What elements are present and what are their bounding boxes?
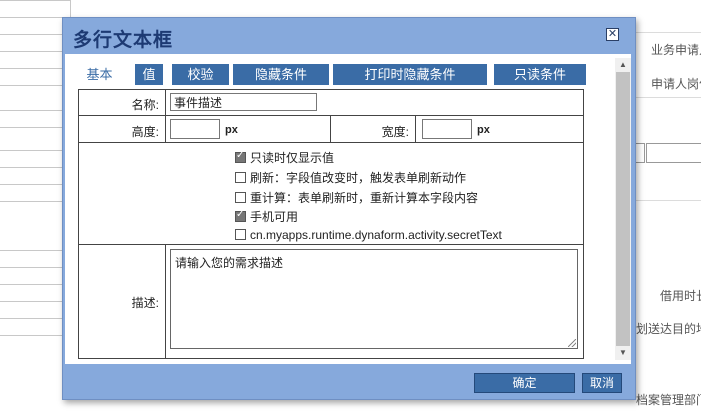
tab-validation[interactable]: 校验 — [172, 64, 229, 85]
option-label: cn.myapps.runtime.dynaform.activity.secr… — [250, 228, 502, 242]
option-refresh[interactable]: 刷新：字段值改变时，触发表单刷新动作 — [235, 169, 466, 185]
checkbox-unchecked[interactable] — [235, 172, 246, 183]
dialog-footer: 确定 取消 — [63, 364, 635, 399]
background-row — [0, 184, 71, 202]
background-row — [0, 250, 71, 268]
basic-settings-panel: 名称: 事件描述 高度: px 宽度: px 只读时仅显示值 刷新：字段值改变时… — [78, 89, 584, 359]
description-cell: 请输入您的需求描述 — [79, 245, 583, 358]
option-secret-text[interactable]: cn.myapps.runtime.dynaform.activity.secr… — [235, 228, 502, 244]
description-textarea[interactable]: 请输入您的需求描述 — [170, 249, 578, 349]
option-recalculate[interactable]: 重计算：表单刷新时，重新计算本字段内容 — [235, 189, 478, 205]
background-label: 申请人岗位 — [651, 77, 701, 91]
dialog-titlebar[interactable]: 多行文本框 ✕ — [63, 18, 635, 54]
background-label: 档案管理部门 — [636, 393, 701, 407]
vertical-scrollbar[interactable]: ▲ ▼ — [615, 58, 631, 360]
background-input — [646, 143, 701, 163]
multiline-textbox-dialog: 多行文本框 ✕ 基本 值 校验 隐藏条件 打印时隐藏条件 只读条件 名称: 事件… — [62, 17, 636, 400]
checkbox-unchecked[interactable] — [235, 229, 246, 240]
scroll-up-icon[interactable]: ▲ — [615, 58, 631, 72]
background-row — [0, 301, 71, 319]
height-unit: px — [225, 124, 238, 136]
grid-line — [415, 115, 416, 142]
background-row — [0, 267, 71, 285]
background-divider — [636, 32, 701, 33]
background-label: 业务申请人 — [651, 43, 701, 57]
width-unit: px — [477, 124, 490, 136]
width-label: 宽度: — [381, 125, 409, 139]
tab-value[interactable]: 值 — [135, 64, 163, 85]
tab-readonly-condition[interactable]: 只读条件 — [494, 64, 586, 85]
background-label: 划送达目的地 — [636, 322, 701, 336]
checkbox-checked[interactable] — [235, 209, 246, 222]
background-row — [0, 167, 71, 185]
name-input[interactable]: 事件描述 — [170, 93, 317, 111]
resize-handle-icon[interactable] — [568, 339, 576, 347]
background-row — [0, 0, 71, 18]
option-label: 手机可用 — [250, 210, 299, 224]
background-row — [0, 51, 71, 69]
background-row — [0, 318, 71, 336]
background-form-left — [0, 0, 71, 413]
close-icon[interactable]: ✕ — [606, 28, 619, 41]
background-label: 借用时长 — [660, 289, 701, 303]
checkbox-checked[interactable] — [235, 150, 246, 163]
height-input[interactable] — [170, 119, 220, 139]
option-label: 只读时仅显示值 — [250, 151, 335, 165]
background-row — [0, 68, 71, 86]
name-label: 名称: — [131, 98, 159, 112]
option-label: 重计算：表单刷新时，重新计算本字段内容 — [250, 191, 479, 205]
background-divider — [636, 200, 701, 201]
height-label: 高度: — [131, 125, 159, 139]
tab-hide-condition[interactable]: 隐藏条件 — [233, 64, 329, 85]
checkbox-unchecked[interactable] — [235, 192, 246, 203]
tab-print-hide-condition[interactable]: 打印时隐藏条件 — [333, 64, 487, 85]
background-row — [0, 150, 71, 168]
tab-basic[interactable]: 基本 — [74, 64, 125, 85]
grid-line — [165, 90, 166, 142]
background-row — [0, 110, 71, 128]
option-mobile-enabled[interactable]: 手机可用 — [235, 208, 298, 224]
background-row — [0, 34, 71, 52]
description-text: 请输入您的需求描述 — [175, 256, 284, 270]
width-input[interactable] — [422, 119, 472, 139]
cancel-button[interactable]: 取消 — [582, 373, 622, 393]
background-divider — [636, 97, 701, 98]
option-label: 刷新：字段值改变时，触发表单刷新动作 — [250, 171, 467, 185]
dialog-content: 基本 值 校验 隐藏条件 打印时隐藏条件 只读条件 名称: 事件描述 高度: p… — [65, 54, 631, 364]
grid-line — [79, 142, 583, 143]
option-readonly-show-value[interactable]: 只读时仅显示值 — [235, 149, 334, 165]
dialog-title: 多行文本框 — [73, 30, 174, 51]
grid-line — [79, 115, 583, 116]
background-row — [0, 284, 71, 302]
scrollbar-thumb[interactable] — [616, 72, 630, 346]
scroll-down-icon[interactable]: ▼ — [615, 346, 631, 360]
background-row — [0, 17, 71, 35]
ok-button[interactable]: 确定 — [474, 373, 575, 393]
